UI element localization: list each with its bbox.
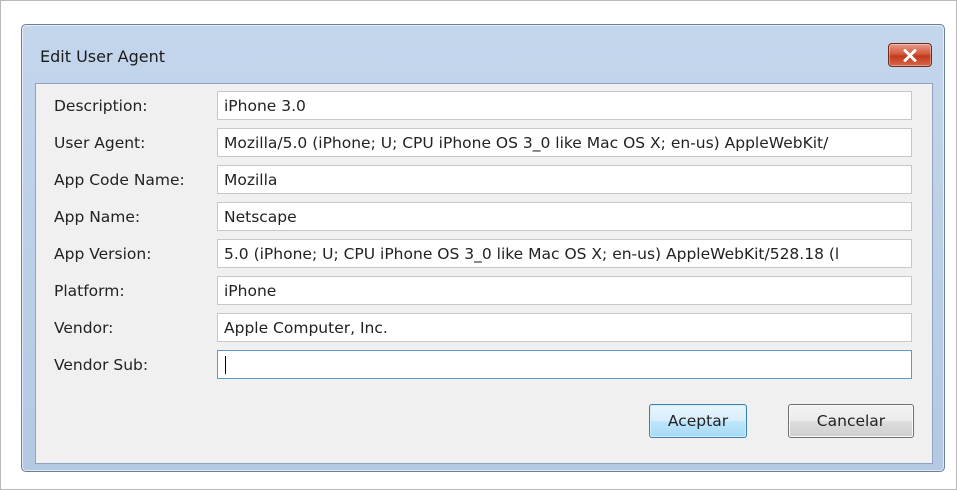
app-name-row: App Name: Netscape: [36, 202, 932, 234]
vendor-value: Apple Computer, Inc.: [224, 319, 388, 337]
user-agent-label: User Agent:: [54, 134, 146, 152]
user-agent-value: Mozilla/5.0 (iPhone; U; CPU iPhone OS 3_…: [224, 134, 829, 152]
vendor-sub-field[interactable]: [217, 350, 912, 379]
description-label: Description:: [54, 97, 148, 115]
platform-value: iPhone: [224, 282, 277, 300]
dialog-content: Description: iPhone 3.0 User Agent: Mozi…: [35, 83, 933, 464]
app-version-field[interactable]: 5.0 (iPhone; U; CPU iPhone OS 3_0 like M…: [217, 239, 912, 268]
accept-button[interactable]: Aceptar: [649, 404, 747, 438]
description-value: iPhone 3.0: [224, 97, 306, 115]
vendor-sub-row: Vendor Sub:: [36, 350, 932, 382]
vendor-label: Vendor:: [54, 319, 114, 337]
close-icon: [903, 48, 917, 62]
app-name-label: App Name:: [54, 208, 141, 226]
app-code-name-value: Mozilla: [224, 171, 278, 189]
user-agent-row: User Agent: Mozilla/5.0 (iPhone; U; CPU …: [36, 128, 932, 160]
app-version-value: 5.0 (iPhone; U; CPU iPhone OS 3_0 like M…: [224, 245, 840, 263]
platform-field[interactable]: iPhone: [217, 276, 912, 305]
app-code-name-row: App Code Name: Mozilla: [36, 165, 932, 197]
text-caret: [225, 356, 226, 374]
app-version-label: App Version:: [54, 245, 152, 263]
app-code-name-field[interactable]: Mozilla: [217, 165, 912, 194]
platform-label: Platform:: [54, 282, 125, 300]
dialog-title: Edit User Agent: [40, 47, 165, 66]
app-name-value: Netscape: [224, 208, 297, 226]
description-row: Description: iPhone 3.0: [36, 91, 932, 123]
app-code-name-label: App Code Name:: [54, 171, 185, 189]
user-agent-field[interactable]: Mozilla/5.0 (iPhone; U; CPU iPhone OS 3_…: [217, 128, 912, 157]
vendor-field[interactable]: Apple Computer, Inc.: [217, 313, 912, 342]
vendor-row: Vendor: Apple Computer, Inc.: [36, 313, 932, 345]
title-bar[interactable]: Edit User Agent: [22, 25, 944, 83]
edit-user-agent-dialog: Edit User Agent Description: iPhone 3.0 …: [21, 24, 945, 472]
cancel-button[interactable]: Cancelar: [788, 404, 914, 438]
platform-row: Platform: iPhone: [36, 276, 932, 308]
close-button[interactable]: [888, 43, 932, 67]
vendor-sub-label: Vendor Sub:: [54, 356, 149, 374]
app-name-field[interactable]: Netscape: [217, 202, 912, 231]
app-version-row: App Version: 5.0 (iPhone; U; CPU iPhone …: [36, 239, 932, 271]
description-field[interactable]: iPhone 3.0: [217, 91, 912, 120]
